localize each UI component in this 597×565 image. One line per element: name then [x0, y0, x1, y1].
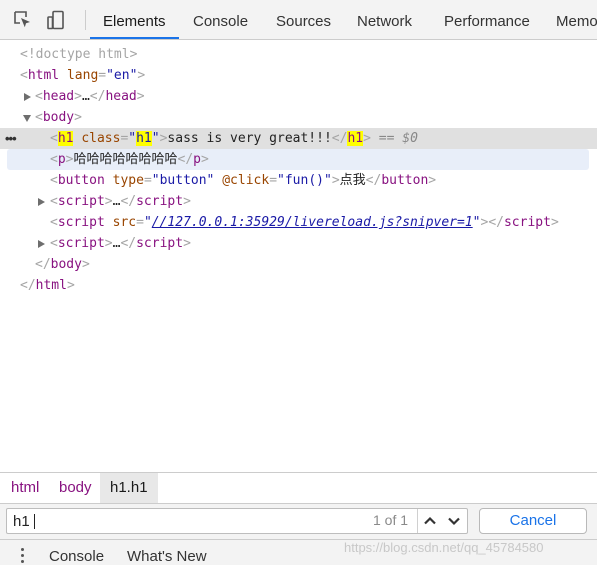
tree-node-html[interactable]: <html lang="en">: [0, 65, 597, 86]
search-box: 1 of 1: [6, 508, 468, 534]
script-src-node: <script src="//127.0.0.1:35929/livereloa…: [50, 215, 559, 230]
cancel-button[interactable]: Cancel: [479, 508, 587, 534]
devtools-toolbar: Elements Console Sources Network Perform…: [0, 0, 597, 40]
drawer-menu-icon[interactable]: [18, 548, 28, 565]
devtools-window: Elements Console Sources Network Perform…: [0, 0, 597, 565]
elements-tree: <!doctype html> <html lang="en"> <head>……: [0, 40, 597, 472]
tree-node-p[interactable]: <p>哈哈哈哈哈哈哈哈</p>: [7, 149, 589, 170]
breadcrumb-h1[interactable]: h1.h1: [100, 473, 158, 503]
tab-elements[interactable]: Elements: [90, 0, 179, 39]
inspect-element-icon[interactable]: [13, 10, 33, 30]
head-tag: <head>…</head>: [35, 89, 145, 104]
body-close-tag: </body>: [35, 257, 90, 272]
expand-triangle-icon[interactable]: [38, 198, 45, 206]
tree-node-button[interactable]: <button type="button" @click="fun()">点我<…: [0, 170, 597, 191]
tree-node-doctype[interactable]: <!doctype html>: [0, 44, 597, 65]
breadcrumb: html body h1.h1: [0, 472, 597, 503]
h1-node: <h1 class="h1">sass is very great!!!</h1…: [50, 131, 418, 146]
tree-node-script-2[interactable]: <script>…</script>: [0, 233, 597, 254]
expand-triangle-icon[interactable]: [24, 93, 31, 101]
toolbar-separator: [85, 10, 86, 30]
button-node: <button type="button" @click="fun()">点我<…: [50, 173, 437, 188]
tab-network[interactable]: Network: [357, 0, 412, 39]
previous-match-icon[interactable]: [417, 509, 442, 533]
tree-node-body[interactable]: <body>: [0, 107, 597, 128]
html-close-tag: </html>: [20, 278, 75, 293]
watermark: https://blog.csdn.net/qq_45784580: [344, 540, 544, 555]
drawer-tab-console[interactable]: Console: [49, 548, 104, 565]
body-open-tag: <body>: [35, 110, 82, 125]
tree-node-script-1[interactable]: <script>…</script>: [0, 191, 597, 212]
tab-memory[interactable]: Memo: [556, 0, 597, 39]
html-open-tag: <html lang="en">: [20, 68, 146, 83]
drawer-tab-whats-new[interactable]: What's New: [127, 548, 207, 565]
expand-triangle-icon[interactable]: [38, 240, 45, 248]
collapse-triangle-icon[interactable]: [23, 115, 31, 122]
script-node: <script>…</script>: [50, 236, 191, 251]
tree-node-head[interactable]: <head>…</head>: [0, 86, 597, 107]
tree-node-h1-selected[interactable]: ••• <h1 class="h1">sass is very great!!!…: [0, 128, 597, 149]
breadcrumb-body[interactable]: body: [49, 473, 102, 503]
device-toolbar-icon[interactable]: [46, 10, 66, 30]
tree-node-script-livereload[interactable]: <script src="//127.0.0.1:35929/livereloa…: [0, 212, 597, 233]
livereload-link[interactable]: //127.0.0.1:35929/livereload.js?snipver=…: [152, 215, 473, 230]
p-node: <p>哈哈哈哈哈哈哈哈</p>: [50, 152, 209, 167]
match-count: 1 of 1: [373, 512, 409, 528]
drawer-toolbar: Console What's New https://blog.csdn.net…: [0, 539, 597, 565]
tab-sources[interactable]: Sources: [276, 0, 331, 39]
breadcrumb-html[interactable]: html: [1, 473, 49, 503]
tab-console[interactable]: Console: [193, 0, 248, 39]
tree-node-html-close[interactable]: </html>: [0, 275, 597, 296]
script-node: <script>…</script>: [50, 194, 191, 209]
doctype-text: <!doctype html>: [20, 47, 138, 62]
search-input[interactable]: [13, 512, 343, 530]
next-match-icon[interactable]: [442, 509, 466, 533]
tree-node-body-close[interactable]: </body>: [0, 254, 597, 275]
search-bar: 1 of 1 Cancel: [0, 503, 597, 539]
tab-performance[interactable]: Performance: [444, 0, 530, 39]
more-actions-icon[interactable]: •••: [5, 128, 17, 149]
text-caret: [34, 514, 35, 529]
